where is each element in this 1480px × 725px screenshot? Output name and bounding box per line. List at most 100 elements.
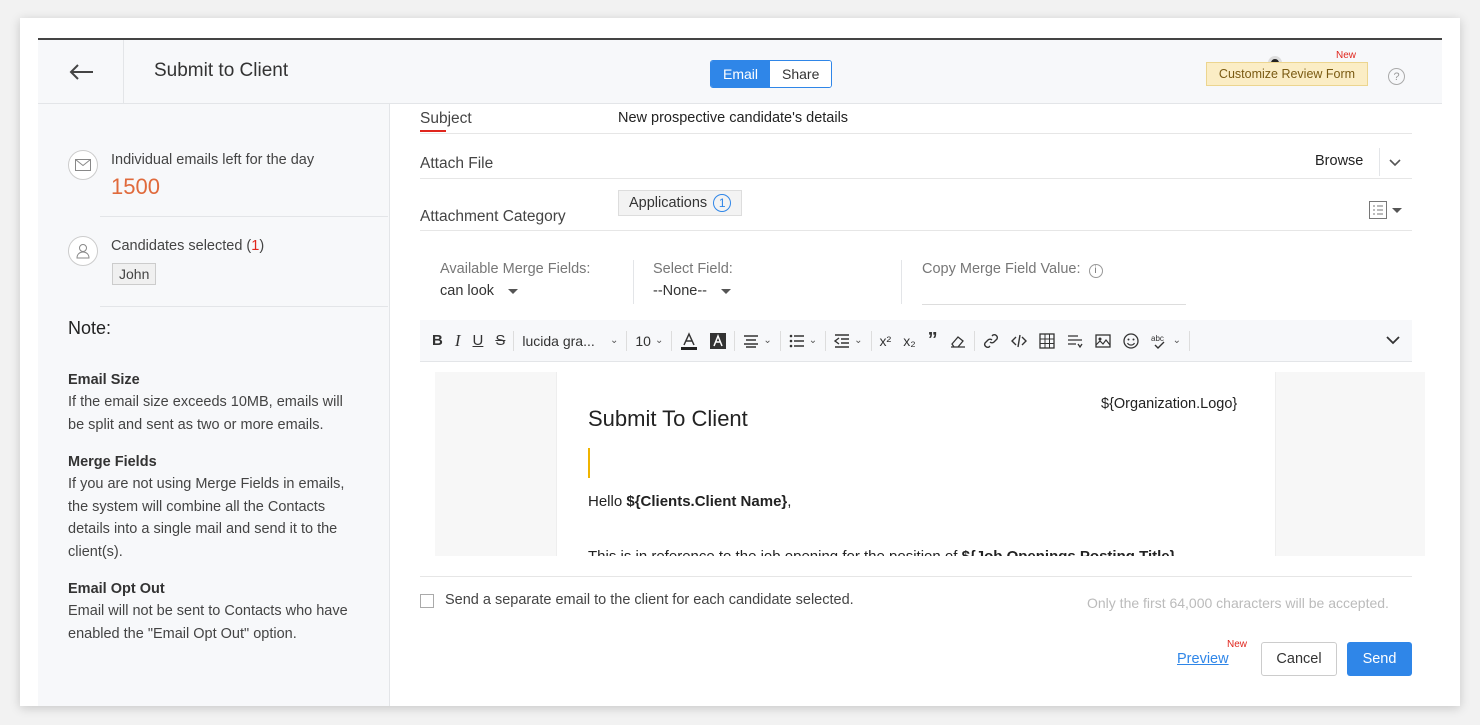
applications-chip[interactable]: Applications 1	[618, 190, 743, 216]
greeting-line: Hello ${Clients.Client Name},	[588, 493, 792, 510]
available-merge-fields-select[interactable]: can look	[440, 283, 519, 299]
caret-down-icon	[508, 288, 519, 294]
code-button[interactable]	[1005, 320, 1033, 362]
note-title: Note:	[68, 318, 112, 338]
required-indicator	[420, 130, 446, 132]
browse-button[interactable]: Browse	[1315, 153, 1363, 169]
copy-merge-field-label: Copy Merge Field Value: i	[922, 261, 1103, 278]
new-badge: New	[1336, 50, 1357, 61]
eraser-icon	[950, 335, 965, 348]
indent-button[interactable]: ⌄	[828, 320, 868, 362]
italic-button[interactable]: I	[449, 320, 467, 362]
text-color-icon	[681, 331, 698, 350]
tab-share[interactable]: Share	[770, 61, 832, 87]
align-button[interactable]: ⌄	[737, 320, 777, 362]
spellcheck-icon: abc	[1151, 334, 1165, 349]
strikethrough-button[interactable]: S	[489, 320, 511, 362]
user-icon	[68, 236, 98, 266]
svg-text:abc: abc	[1151, 334, 1164, 343]
highlight-icon	[710, 332, 727, 349]
email-share-toggle: Email Share	[710, 60, 833, 88]
indent-icon	[834, 333, 850, 348]
select-field-select[interactable]: --None--	[653, 283, 731, 299]
chevron-down-icon[interactable]	[1389, 159, 1401, 167]
image-icon	[1094, 333, 1111, 348]
emails-left-label: Individual emails left for the day	[111, 152, 315, 168]
clear-format-button[interactable]	[944, 320, 972, 362]
note-heading: Email Opt Out	[68, 581, 165, 597]
list-settings-icon[interactable]	[1369, 201, 1387, 219]
subject-label: Subject	[420, 110, 472, 127]
chevron-down-icon: ⌄	[808, 335, 818, 346]
candidates-selected-label: Candidates selected (1)	[111, 238, 265, 254]
new-badge: New	[1227, 639, 1248, 650]
blockquote-button[interactable]: ”	[922, 320, 944, 362]
select-field-label: Select Field:	[653, 261, 733, 277]
chevron-down-icon: ⌄	[854, 335, 863, 346]
copy-merge-field-input[interactable]	[922, 304, 1186, 305]
superscript-button[interactable]: x²	[874, 320, 898, 362]
font-family-select[interactable]: lucida gra... ⌄	[516, 320, 624, 362]
note-text: If you are not using Merge Fields in ema…	[68, 476, 345, 560]
customize-review-form-button[interactable]: Customize Review Form	[1206, 62, 1368, 86]
separate-email-label: Send a separate email to the client for …	[445, 592, 854, 608]
spellcheck-button[interactable]: abc ⌄	[1145, 320, 1187, 362]
subscript-button[interactable]: x₂	[897, 320, 921, 362]
info-icon[interactable]: i	[1088, 263, 1103, 278]
smiley-icon	[1122, 332, 1139, 349]
table-icon	[1038, 332, 1055, 349]
editor-area[interactable]: Submit To Client ${Organization.Logo} He…	[435, 372, 1425, 556]
dropdown-caret-icon[interactable]	[1392, 208, 1402, 213]
email-form: Subject New prospective candidate's deta…	[391, 104, 1442, 706]
cancel-button[interactable]: Cancel	[1261, 642, 1337, 676]
emails-left-count: 1500	[111, 174, 160, 199]
emoji-button[interactable]	[1117, 320, 1145, 362]
list-button[interactable]: ⌄	[783, 320, 823, 362]
divider	[100, 216, 388, 217]
text-color-button[interactable]	[674, 320, 704, 362]
chevron-down-icon: ⌄	[609, 335, 619, 346]
submit-to-client-dialog: Submit to Client Email Share Customize R…	[20, 18, 1460, 706]
preview-link[interactable]: Preview	[1177, 651, 1229, 667]
toolbar-expand-button[interactable]	[1380, 320, 1406, 362]
image-button[interactable]	[1089, 320, 1117, 362]
applications-count-badge: 1	[713, 194, 732, 212]
quote-icon: ”	[927, 329, 938, 351]
help-icon[interactable]: ?	[1388, 68, 1405, 85]
chevron-down-icon: ⌄	[763, 335, 772, 346]
font-size-select[interactable]: 10 ⌄	[629, 320, 669, 362]
note-heading: Merge Fields	[68, 454, 157, 470]
divider	[100, 306, 388, 307]
underline-button[interactable]: U	[467, 320, 490, 362]
subject-input[interactable]: New prospective candidate's details	[618, 110, 848, 126]
note-heading: Email Size	[68, 372, 140, 388]
code-icon	[1010, 334, 1027, 347]
attachment-category-label: Attachment Category	[420, 208, 566, 225]
reference-line: This is in reference to the job opening …	[588, 548, 1175, 556]
text-direction-button[interactable]	[1061, 320, 1089, 362]
dialog-header: Submit to Client Email Share Customize R…	[38, 40, 1442, 104]
link-icon	[983, 333, 998, 348]
candidate-chip: John	[112, 263, 157, 285]
chevron-down-icon	[1386, 336, 1400, 345]
arrow-left-icon	[69, 64, 93, 80]
note-text: Email will not be sent to Contacts who h…	[68, 603, 348, 642]
email-body-editor[interactable]: Submit To Client ${Organization.Logo} He…	[556, 372, 1276, 556]
sidebar: Individual emails left for the day 1500 …	[38, 104, 390, 706]
tab-email[interactable]: Email	[711, 61, 771, 87]
send-button[interactable]: Send	[1347, 642, 1412, 676]
separate-email-checkbox[interactable]	[420, 594, 434, 608]
bold-button[interactable]: B	[426, 320, 449, 362]
link-button[interactable]	[977, 320, 1005, 362]
back-button[interactable]	[38, 40, 124, 104]
text-direction-icon	[1067, 334, 1083, 348]
align-icon	[744, 334, 759, 348]
mail-icon	[68, 150, 98, 180]
caret-down-icon	[720, 288, 731, 294]
attach-file-label: Attach File	[420, 155, 494, 172]
table-button[interactable]	[1033, 320, 1061, 362]
chevron-down-icon: ⌄	[1172, 335, 1182, 346]
highlight-button[interactable]	[704, 320, 732, 362]
bullet-list-icon	[789, 334, 804, 347]
chevron-down-icon: ⌄	[654, 335, 664, 346]
